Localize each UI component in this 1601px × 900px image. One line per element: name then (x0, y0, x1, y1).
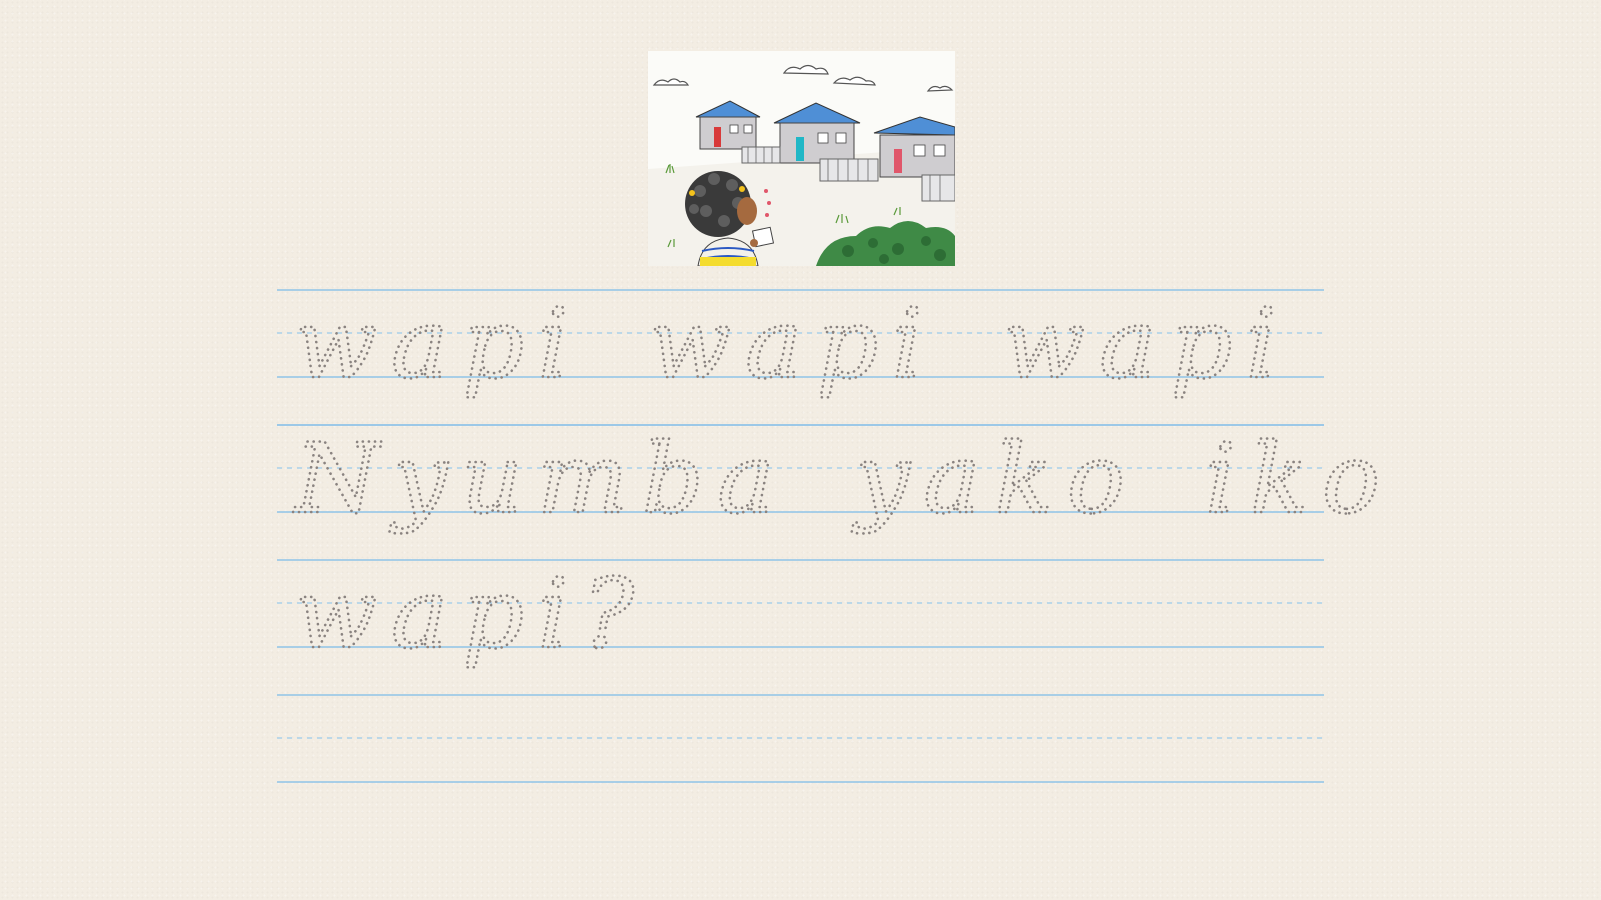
trace-line-2: Nyumba yako iko (293, 423, 1394, 535)
houses-and-girl-illustration (648, 64, 955, 266)
handwriting-worksheet: wapi wapi wapi Nyumba yako iko wapi? (277, 280, 1381, 790)
story-illustration (648, 51, 955, 266)
trace-line-1: wapi wapi wapi (295, 288, 1291, 400)
house-icon (695, 100, 761, 150)
trace-line-3: wapi? (295, 558, 648, 670)
house-icon (873, 116, 955, 178)
house-icon (773, 102, 861, 164)
cloud-icon (652, 64, 954, 92)
